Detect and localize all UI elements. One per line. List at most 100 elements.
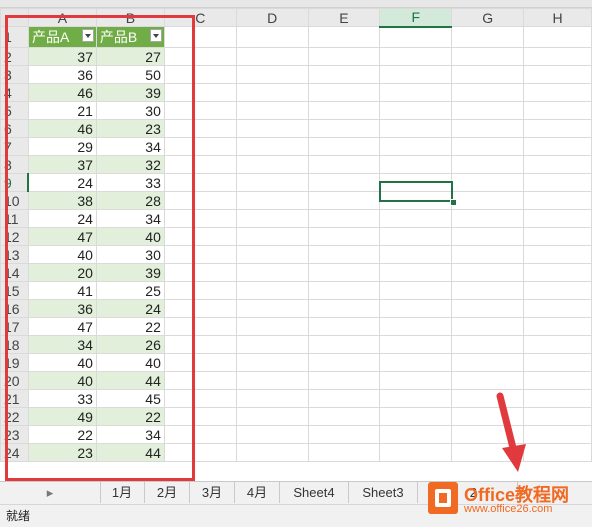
empty-cell[interactable] [235,245,309,264]
empty-cell[interactable] [307,83,381,102]
empty-cell[interactable] [451,335,525,354]
empty-cell[interactable] [235,425,309,444]
empty-cell[interactable] [451,137,525,156]
empty-cell[interactable] [307,209,381,228]
empty-cell[interactable] [451,263,525,282]
empty-cell[interactable] [235,389,309,408]
empty-cell[interactable] [379,26,453,48]
empty-cell[interactable] [307,443,381,462]
empty-cell[interactable] [307,245,381,264]
empty-cell[interactable] [379,65,453,84]
empty-cell[interactable] [523,353,592,372]
empty-cell[interactable] [307,65,381,84]
empty-cell[interactable] [523,101,592,120]
empty-cell[interactable] [307,353,381,372]
column-header-d[interactable]: D [235,8,309,27]
empty-cell[interactable] [235,65,309,84]
empty-cell[interactable] [523,65,592,84]
empty-cell[interactable] [235,26,309,48]
empty-cell[interactable] [451,26,525,48]
empty-cell[interactable] [451,281,525,300]
fill-handle[interactable] [450,199,457,206]
empty-cell[interactable] [379,245,453,264]
empty-cell[interactable] [379,353,453,372]
empty-cell[interactable] [307,317,381,336]
empty-cell[interactable] [379,443,453,462]
empty-cell[interactable] [379,155,453,174]
active-cell-f9[interactable] [379,181,453,202]
empty-cell[interactable] [307,191,381,210]
empty-cell[interactable] [235,299,309,318]
column-header-e[interactable]: E [307,8,381,27]
empty-cell[interactable] [307,137,381,156]
empty-cell[interactable] [523,83,592,102]
empty-cell[interactable] [379,227,453,246]
tab-sheet4[interactable]: Sheet4 [280,482,349,503]
empty-cell[interactable] [379,299,453,318]
empty-cell[interactable] [379,281,453,300]
empty-cell[interactable] [451,101,525,120]
empty-cell[interactable] [307,371,381,390]
empty-cell[interactable] [379,371,453,390]
empty-cell[interactable] [307,26,381,48]
empty-cell[interactable] [523,281,592,300]
empty-cell[interactable] [379,335,453,354]
tab-mar[interactable]: 3月 [190,482,235,503]
empty-cell[interactable] [523,173,592,192]
column-header-g[interactable]: G [451,8,525,27]
empty-cell[interactable] [451,119,525,138]
empty-cell[interactable] [523,119,592,138]
empty-cell[interactable] [235,173,309,192]
empty-cell[interactable] [307,281,381,300]
empty-cell[interactable] [523,47,592,66]
empty-cell[interactable] [235,209,309,228]
empty-cell[interactable] [523,191,592,210]
empty-cell[interactable] [451,371,525,390]
empty-cell[interactable] [235,137,309,156]
empty-cell[interactable] [235,155,309,174]
empty-cell[interactable] [307,263,381,282]
empty-cell[interactable] [235,317,309,336]
empty-cell[interactable] [523,155,592,174]
empty-cell[interactable] [235,47,309,66]
empty-cell[interactable] [379,137,453,156]
empty-cell[interactable] [235,407,309,426]
empty-cell[interactable] [451,65,525,84]
empty-cell[interactable] [451,317,525,336]
empty-cell[interactable] [523,227,592,246]
empty-cell[interactable] [235,353,309,372]
tab-scroll[interactable]: ▸ [0,482,101,503]
empty-cell[interactable] [307,173,381,192]
column-header-h[interactable]: H [523,8,592,27]
empty-cell[interactable] [307,425,381,444]
tab-apr[interactable]: 4月 [235,482,280,503]
empty-cell[interactable] [523,26,592,48]
empty-cell[interactable] [307,155,381,174]
empty-cell[interactable] [235,191,309,210]
tab-feb[interactable]: 2月 [145,482,190,503]
empty-cell[interactable] [235,281,309,300]
empty-cell[interactable] [235,119,309,138]
empty-cell[interactable] [235,101,309,120]
empty-cell[interactable] [235,443,309,462]
empty-cell[interactable] [379,83,453,102]
empty-cell[interactable] [379,119,453,138]
empty-cell[interactable] [379,101,453,120]
empty-cell[interactable] [451,173,525,192]
empty-cell[interactable] [451,245,525,264]
empty-cell[interactable] [307,389,381,408]
empty-cell[interactable] [451,191,525,210]
empty-cell[interactable] [379,407,453,426]
empty-cell[interactable] [451,299,525,318]
empty-cell[interactable] [307,227,381,246]
empty-cell[interactable] [379,47,453,66]
empty-cell[interactable] [523,209,592,228]
empty-cell[interactable] [523,299,592,318]
empty-cell[interactable] [379,263,453,282]
empty-cell[interactable] [379,317,453,336]
empty-cell[interactable] [451,155,525,174]
empty-cell[interactable] [451,83,525,102]
empty-cell[interactable] [379,425,453,444]
empty-cell[interactable] [235,83,309,102]
empty-cell[interactable] [451,209,525,228]
